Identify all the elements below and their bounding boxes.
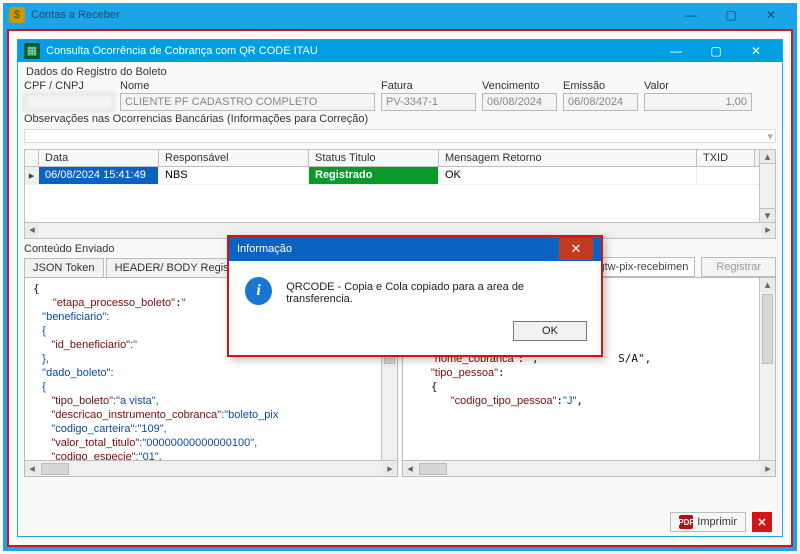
scroll-right-icon[interactable]: ▸ (383, 462, 397, 475)
inner-titlebar[interactable]: ▦ Consulta Ocorrência de Cobrança com QR… (18, 40, 782, 62)
info-dialog-titlebar[interactable]: Informação ✕ (229, 237, 601, 261)
outer-title: Contas a Receber (31, 9, 671, 21)
imprimir-button[interactable]: PDF Imprimir (670, 512, 746, 532)
info-dialog-close-button[interactable]: ✕ (559, 238, 593, 260)
cell-status[interactable]: Registrado (309, 167, 439, 184)
nome-label: Nome (120, 80, 375, 92)
tab-json-token[interactable]: JSON Token (24, 258, 104, 277)
grid-row[interactable]: ▸ 06/08/2024 15:41:49 NBS Registrado OK (25, 167, 759, 185)
scroll-left-icon[interactable]: ◂ (25, 223, 39, 238)
info-dialog-title: Informação (237, 243, 292, 255)
imprimir-label: Imprimir (697, 516, 737, 528)
valor-label: Valor (644, 80, 752, 92)
scroll-thumb[interactable] (762, 294, 773, 364)
cpf-input[interactable] (24, 93, 114, 111)
outer-minimize-button[interactable]: — (671, 4, 711, 26)
close-panel-button[interactable]: ✕ (752, 512, 772, 532)
emissao-input[interactable] (563, 93, 638, 111)
scroll-down-icon[interactable]: ▾ (760, 208, 775, 222)
info-icon: i (245, 277, 272, 305)
fatura-input[interactable] (381, 93, 476, 111)
scroll-right-icon[interactable]: ▸ (761, 223, 775, 238)
nome-input[interactable] (120, 93, 375, 111)
scroll-thumb[interactable] (41, 463, 69, 475)
grid-header: Data Responsável Status Titulo Mensagem … (25, 150, 759, 167)
inner-close-button[interactable]: ✕ (736, 40, 776, 62)
cell-data[interactable]: 06/08/2024 15:41:49 (39, 167, 159, 184)
row-indicator-icon: ▸ (25, 167, 39, 184)
grid-indicator-header (25, 150, 39, 166)
qr-icon: ▦ (24, 43, 40, 59)
json-left-hscroll[interactable]: ◂ ▸ (25, 460, 397, 476)
inner-maximize-button[interactable]: ▢ (696, 40, 736, 62)
col-data[interactable]: Data (39, 150, 159, 166)
cell-mensagem[interactable]: OK (439, 167, 697, 184)
col-mensagem[interactable]: Mensagem Retorno (439, 150, 697, 166)
col-txid[interactable]: TXID (697, 150, 755, 166)
cpf-label: CPF / CNPJ (24, 80, 114, 92)
occurrences-grid: Data Responsável Status Titulo Mensagem … (24, 149, 776, 223)
cell-txid[interactable] (697, 167, 755, 184)
footer: PDF Imprimir ✕ (670, 512, 772, 532)
registrar-button: Registrar (701, 257, 776, 277)
json-right-vscroll[interactable]: ▴ (759, 278, 775, 460)
coins-icon: $ (9, 7, 25, 23)
emissao-label: Emissão (563, 80, 638, 92)
observacoes-label: Observações nas Ocorrencias Bancárias (I… (24, 113, 776, 125)
pdf-icon: PDF (679, 515, 693, 529)
info-dialog-message: QRCODE - Copia e Cola copiado para a are… (286, 277, 585, 305)
vencimento-input[interactable] (482, 93, 557, 111)
outer-titlebar[interactable]: $ Contas a Receber — ▢ ✕ (3, 3, 797, 27)
fields-group-title: Dados do Registro do Boleto (24, 66, 776, 78)
json-right-hscroll[interactable]: ◂ ▸ (403, 460, 775, 476)
fatura-label: Fatura (381, 80, 476, 92)
grid-vertical-scrollbar[interactable]: ▴ ▾ (759, 150, 775, 222)
scroll-up-icon[interactable]: ▴ (760, 278, 775, 292)
inner-title: Consulta Ocorrência de Cobrança com QR C… (46, 45, 656, 57)
observacoes-bar[interactable]: ▾ (24, 129, 776, 143)
valor-input[interactable] (644, 93, 752, 111)
scroll-up-icon[interactable]: ▴ (760, 150, 775, 164)
scroll-thumb[interactable] (419, 463, 447, 475)
scroll-right-icon[interactable]: ▸ (761, 462, 775, 475)
vencimento-label: Vencimento (482, 80, 557, 92)
outer-close-button[interactable]: ✕ (751, 4, 791, 26)
col-status[interactable]: Status Titulo (309, 150, 439, 166)
cell-responsavel[interactable]: NBS (159, 167, 309, 184)
info-dialog-ok-button[interactable]: OK (513, 321, 587, 341)
info-dialog: Informação ✕ i QRCODE - Copia e Cola cop… (227, 235, 603, 357)
col-responsavel[interactable]: Responsável (159, 150, 309, 166)
inner-minimize-button[interactable]: — (656, 40, 696, 62)
scroll-left-icon[interactable]: ◂ (403, 462, 417, 475)
outer-maximize-button[interactable]: ▢ (711, 4, 751, 26)
scroll-left-icon[interactable]: ◂ (25, 462, 39, 475)
